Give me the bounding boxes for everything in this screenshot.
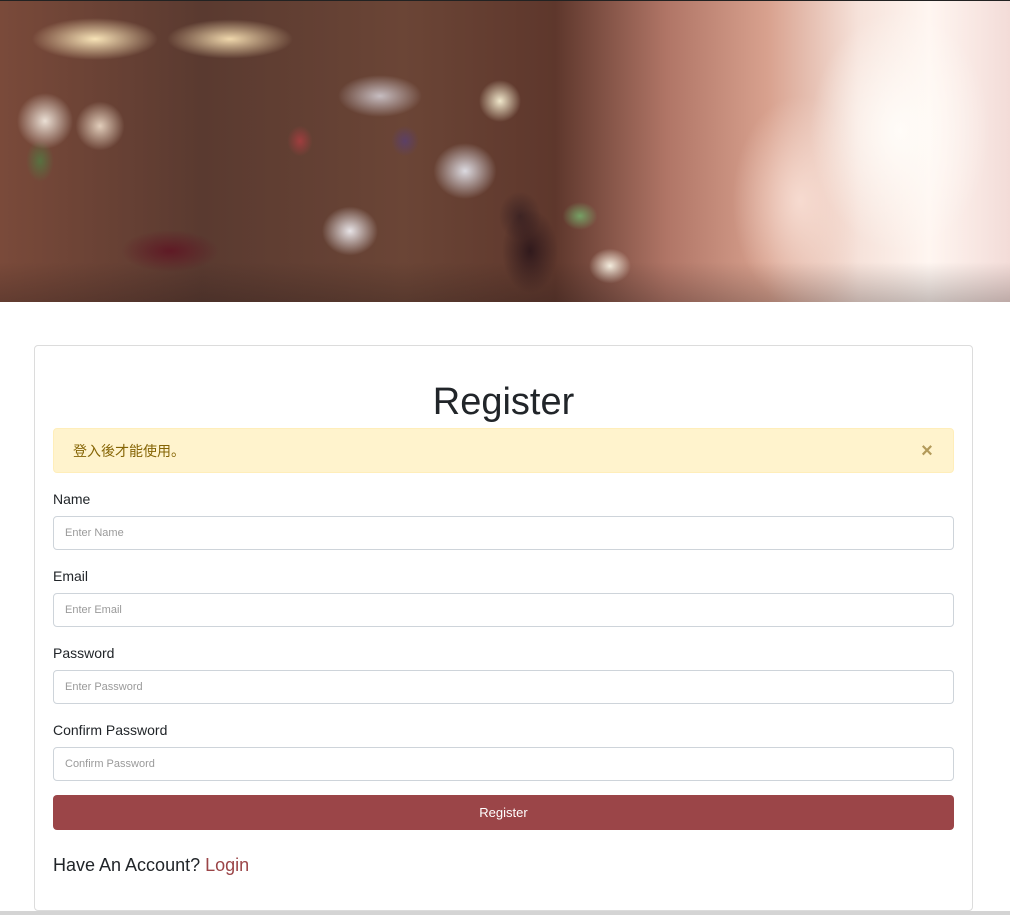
confirm-password-label: Confirm Password [53, 722, 168, 738]
name-field[interactable] [53, 516, 954, 550]
close-icon[interactable]: × [915, 439, 939, 463]
email-field[interactable] [53, 593, 954, 627]
hero-banner [0, 0, 1010, 302]
password-field[interactable] [53, 670, 954, 704]
name-label: Name [53, 491, 91, 507]
page-title: Register [432, 381, 575, 423]
account-prompt-text: Have An Account? [53, 855, 201, 875]
confirm-password-field[interactable] [53, 747, 954, 781]
email-label: Email [53, 568, 89, 584]
password-label: Password [53, 645, 115, 661]
warning-alert: 登入後才能使用。 × [53, 428, 954, 473]
page-bottom-edge [0, 911, 1010, 915]
register-button[interactable]: Register [53, 795, 954, 830]
register-card: Register 登入後才能使用。 × Name Email Password … [34, 345, 973, 911]
login-link[interactable]: Login [205, 855, 249, 875]
account-prompt-line: Have An Account? Login [53, 853, 249, 877]
alert-message: 登入後才能使用。 [73, 443, 185, 459]
